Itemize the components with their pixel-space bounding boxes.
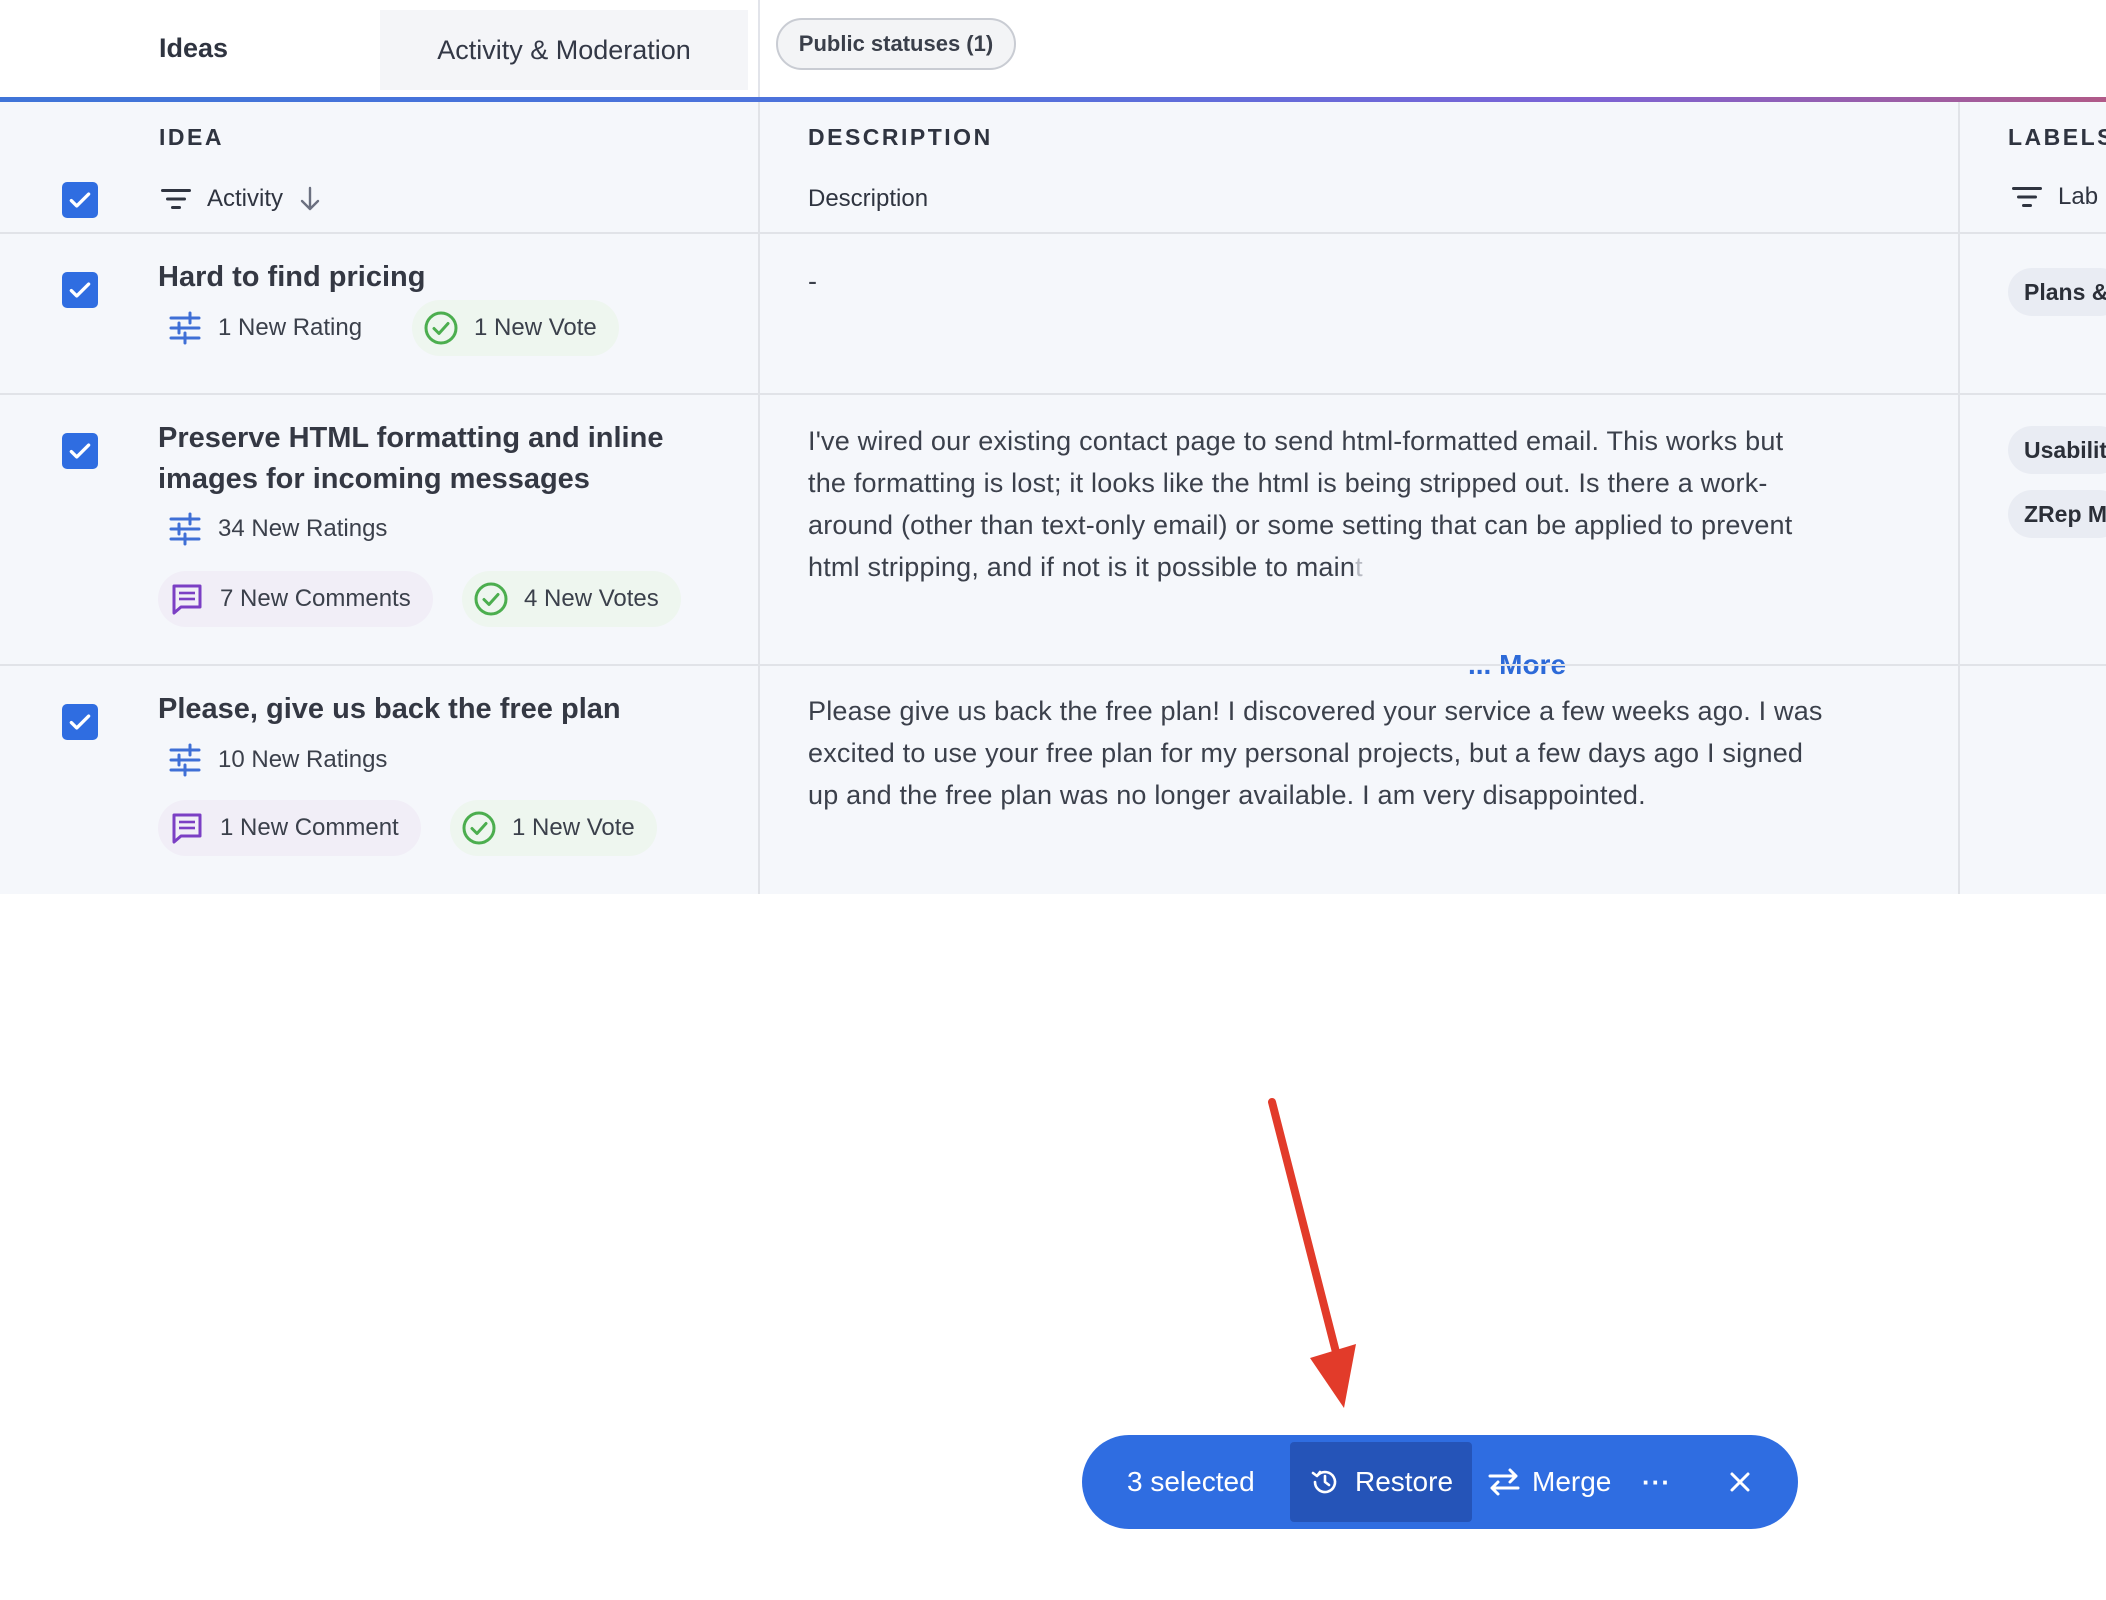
row-checkbox[interactable] <box>62 272 98 308</box>
comments-text: 1 New Comment <box>220 814 399 841</box>
arrow-down-icon <box>300 186 320 211</box>
check-icon <box>69 192 91 208</box>
merge-label: Merge <box>1532 1466 1612 1497</box>
column-title-description: DESCRIPTION <box>808 124 993 150</box>
tabs-divider <box>758 0 760 100</box>
top-tabs: Ideas Activity & Moderation Public statu… <box>0 0 2106 102</box>
restore-button[interactable]: Restore <box>1290 1442 1472 1522</box>
sort-activity-control[interactable]: Activity <box>159 184 323 214</box>
idea-title[interactable]: Preserve HTML formatting and inline imag… <box>158 418 718 500</box>
votes-pill[interactable]: 1 New Vote <box>412 300 619 356</box>
idea-description: Please give us back the free plan! I dis… <box>808 690 1918 816</box>
comments-pill[interactable]: 7 New Comments <box>158 571 433 627</box>
check-circle-icon <box>424 311 458 345</box>
description-line: the formatting is lost; it looks like th… <box>808 468 1768 498</box>
check-circle-icon <box>474 582 508 616</box>
row-divider <box>0 232 2106 234</box>
idea-title[interactable]: Please, give us back the free plan <box>158 689 718 730</box>
label-chip[interactable]: Plans & <box>2008 268 2106 316</box>
selected-count: 3 selected <box>1127 1466 1255 1497</box>
label-chip[interactable]: ZRep M <box>2008 490 2106 538</box>
check-icon <box>69 282 91 298</box>
comment-icon <box>172 584 202 615</box>
ratings-count: 34 New Ratings <box>166 503 387 555</box>
ratings-count: 10 New Ratings <box>166 734 387 786</box>
merge-button[interactable]: Merge <box>1486 1435 1611 1529</box>
description-line: up and the free plan was no longer avail… <box>808 780 1646 810</box>
ratings-sliders-icon <box>169 512 201 546</box>
close-button[interactable] <box>1728 1435 1752 1529</box>
row-checkbox[interactable] <box>62 433 98 469</box>
column-title-labels: LABELS <box>2008 124 2106 150</box>
row-checkbox[interactable] <box>62 704 98 740</box>
votes-text: 1 New Vote <box>474 314 597 341</box>
tab-ideas[interactable]: Ideas <box>0 0 380 96</box>
public-statuses-button[interactable]: Public statuses (1) <box>776 18 1016 70</box>
sort-label: Activity <box>207 185 284 212</box>
row-divider <box>0 664 2106 666</box>
swap-arrows-icon <box>1488 1468 1520 1496</box>
check-icon <box>69 714 91 730</box>
description-line: html stripping, and if not is it possibl… <box>808 546 1918 588</box>
label-chip[interactable]: Usabilit <box>2008 426 2106 474</box>
idea-title[interactable]: Hard to find pricing <box>158 257 718 298</box>
comments-text: 7 New Comments <box>220 585 411 612</box>
ideas-table: IDEA DESCRIPTION LABELS Activity Descrip… <box>0 102 2106 894</box>
ratings-text: 1 New Rating <box>218 314 363 341</box>
description-subheader: Description <box>808 185 929 212</box>
idea-description: I've wired our existing contact page to … <box>808 420 1918 588</box>
votes-pill[interactable]: 4 New Votes <box>462 571 681 627</box>
column-divider <box>758 102 760 894</box>
ratings-text: 10 New Ratings <box>218 746 388 773</box>
description-fade: t <box>1355 552 1363 582</box>
restore-label: Restore <box>1354 1466 1454 1497</box>
description-line: I've wired our existing contact page to … <box>808 426 1784 456</box>
ratings-sliders-icon <box>169 743 201 777</box>
check-circle-icon <box>462 811 496 845</box>
history-icon <box>1311 1470 1337 1494</box>
comment-icon <box>172 813 202 844</box>
ratings-text: 34 New Ratings <box>218 515 388 542</box>
labels-filter-control[interactable]: Lab <box>2010 182 2098 212</box>
bulk-action-bar: 3 selected Restore Merge ··· <box>1082 1435 1798 1529</box>
column-title-idea: IDEA <box>159 124 224 150</box>
ratings-sliders-icon <box>169 311 201 345</box>
votes-pill[interactable]: 1 New Vote <box>450 800 657 856</box>
tab-activity-moderation[interactable]: Activity & Moderation <box>380 10 748 90</box>
more-actions-button[interactable]: ··· <box>1642 1435 1671 1529</box>
labels-filter-label: Lab <box>2058 183 2099 210</box>
description-line: excited to use your free plan for my per… <box>808 738 1804 768</box>
row-divider <box>0 393 2106 395</box>
check-icon <box>69 443 91 459</box>
ratings-count: 1 New Rating <box>166 302 362 354</box>
close-icon <box>1730 1472 1750 1492</box>
description-line: Please give us back the free plan! I dis… <box>808 696 1823 726</box>
votes-text: 4 New Votes <box>524 585 659 612</box>
idea-description: - <box>808 266 818 296</box>
votes-text: 1 New Vote <box>512 814 635 841</box>
filter-icon <box>2012 187 2042 207</box>
filter-icon <box>161 189 191 209</box>
red-arrow-annotation <box>1268 1098 1356 1408</box>
column-divider <box>1958 102 1960 894</box>
description-text: html stripping, and if not is it possibl… <box>808 552 1356 582</box>
select-all-checkbox[interactable] <box>62 182 98 218</box>
description-line: around (other than text-only email) or s… <box>808 510 1793 540</box>
comments-pill[interactable]: 1 New Comment <box>158 800 421 856</box>
